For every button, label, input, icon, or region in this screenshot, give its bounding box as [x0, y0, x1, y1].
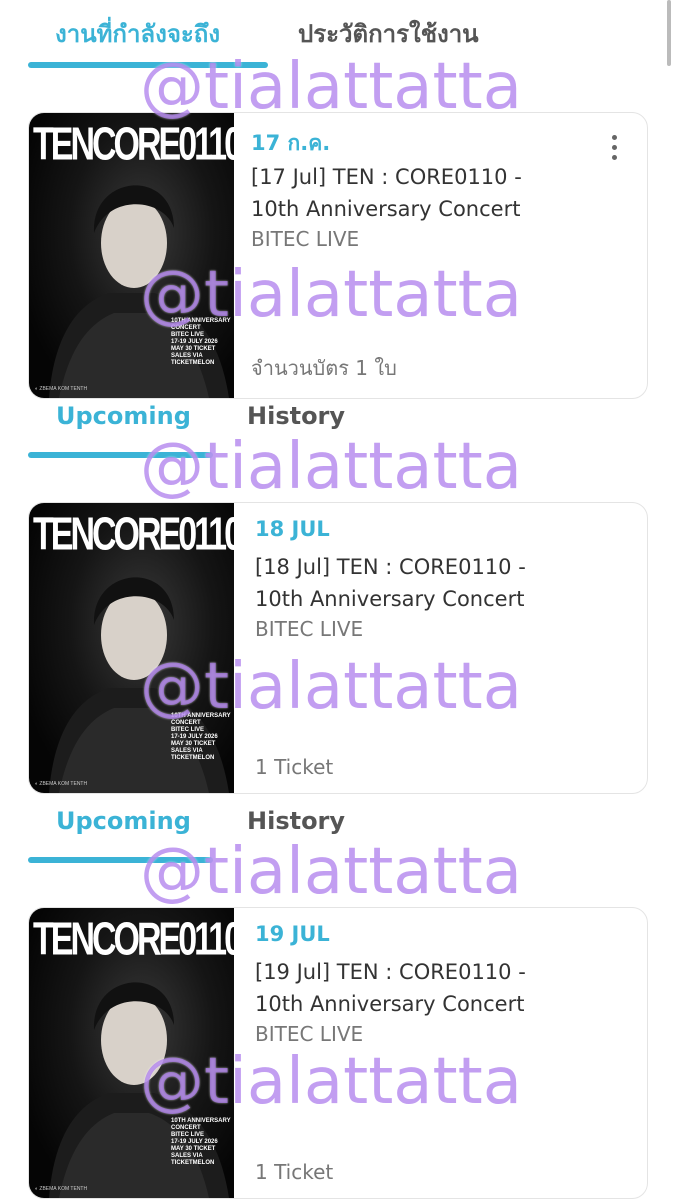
ticket-count: จำนวนบัตร 1 ใบ [251, 356, 397, 380]
event-poster: TENCORE0110 10TH ANNIVERSARY CONCERT BIT… [29, 503, 234, 793]
event-venue: BITEC LIVE [255, 617, 364, 641]
tab-indicator [28, 62, 268, 68]
poster-sponsors: ◐ ZBEMA KOM TENTH [35, 1186, 88, 1192]
event-title: [18 Jul] TEN : CORE0110 - 10th Anniversa… [255, 555, 526, 611]
event-date: 19 JUL [255, 922, 330, 946]
tab-upcoming[interactable]: Upcoming [56, 807, 191, 835]
poster-title: TENCORE0110 [33, 509, 234, 561]
event-venue: BITEC LIVE [255, 1022, 364, 1046]
event-venue: BITEC LIVE [251, 227, 360, 251]
ticket-card[interactable]: TENCORE0110 10TH ANNIVERSARY CONCERT BIT… [28, 502, 648, 794]
poster-title: TENCORE0110 [33, 119, 234, 171]
scrollbar[interactable] [667, 0, 671, 66]
tab-history[interactable]: History [247, 402, 345, 430]
tab-bar: งานที่กำลังจะถึง ประวัติการใช้งาน [0, 0, 675, 80]
poster-sponsors: ◐ ZBEMA KOM TENTH [35, 386, 88, 392]
poster-title: TENCORE0110 [33, 914, 234, 966]
event-info: 19 JUL [19 Jul] TEN : CORE0110 - 10th An… [251, 908, 647, 1198]
event-poster: TENCORE0110 10TH ANNIVERSARY CONCERT BIT… [29, 908, 234, 1198]
event-title: [17 Jul] TEN : CORE0110 - 10th Anniversa… [251, 165, 522, 221]
event-title: [19 Jul] TEN : CORE0110 - 10th Anniversa… [255, 960, 526, 1016]
ticket-card[interactable]: TENCORE0110 10TH ANNIVERSARY CONCERT BIT… [28, 907, 648, 1199]
tab-indicator [28, 857, 213, 863]
event-info: 18 JUL [18 Jul] TEN : CORE0110 - 10th An… [251, 503, 647, 793]
tab-indicator [28, 452, 213, 458]
event-date: 17 ก.ค. [251, 131, 331, 155]
poster-caption: 10TH ANNIVERSARY CONCERT BITEC LIVE 17-1… [171, 318, 231, 366]
event-info: 17 ก.ค. [17 Jul] TEN : CORE0110 - 10th A… [251, 113, 647, 398]
tab-bar: Upcoming History [0, 400, 675, 480]
tab-history[interactable]: History [247, 807, 345, 835]
poster-caption: 10TH ANNIVERSARY CONCERT BITEC LIVE 17-1… [171, 1118, 231, 1166]
poster-caption: 10TH ANNIVERSARY CONCERT BITEC LIVE 17-1… [171, 713, 231, 761]
ticket-count: 1 Ticket [255, 1160, 334, 1184]
tab-bar: Upcoming History [0, 805, 675, 885]
event-date: 18 JUL [255, 517, 330, 541]
tab-upcoming[interactable]: Upcoming [56, 402, 191, 430]
ticket-count: 1 Ticket [255, 755, 334, 779]
tab-history[interactable]: ประวัติการใช้งาน [298, 14, 479, 53]
tab-upcoming[interactable]: งานที่กำลังจะถึง [55, 14, 220, 53]
more-vertical-icon[interactable] [611, 135, 619, 165]
ticket-card[interactable]: TENCORE0110 10TH ANNIVERSARY CONCERT BIT… [28, 112, 648, 399]
event-poster: TENCORE0110 10TH ANNIVERSARY CONCERT BIT… [29, 113, 234, 398]
poster-sponsors: ◐ ZBEMA KOM TENTH [35, 781, 88, 787]
